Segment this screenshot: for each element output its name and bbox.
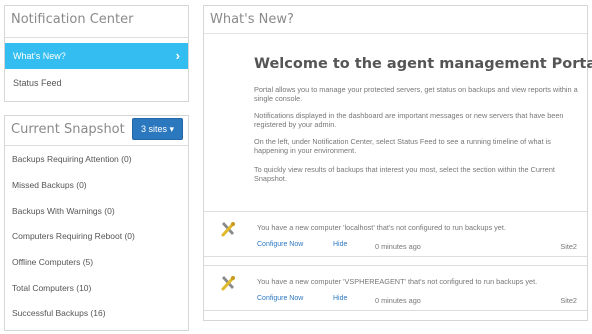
snapshot-item-missed-backups[interactable]: Missed Backups (0) (12, 180, 87, 190)
intro-paragraph: Portal allows you to manage your protect… (254, 85, 578, 103)
whats-new-panel: What's New? Welcome to the agent managem… (203, 5, 592, 321)
current-snapshot-title: Current Snapshot (11, 122, 125, 137)
whats-new-title: What's New? (210, 12, 294, 27)
snapshot-item-backups-requiring-attention[interactable]: Backups Requiring Attention (0) (12, 154, 132, 164)
intro-paragraph: Notifications displayed in the dashboard… (254, 111, 564, 129)
divider (5, 37, 188, 38)
nav-item-whats-new[interactable]: What's New? › (5, 43, 188, 69)
snapshot-item-successful-backups[interactable]: Successful Backups (16) (12, 308, 106, 318)
notification-item: You have a new computer 'VSPHEREAGENT' t… (204, 265, 587, 311)
sites-dropdown-button[interactable]: 3 sites ▾ (132, 118, 183, 140)
snapshot-item-total-computers[interactable]: Total Computers (10) (12, 283, 91, 293)
notification-center-panel: Notification Center What's New? › Status… (4, 5, 189, 102)
snapshot-item-offline-computers[interactable]: Offline Computers (5) (12, 257, 93, 267)
snapshot-item-backups-with-warnings[interactable]: Backups With Warnings (0) (12, 206, 115, 216)
configure-now-link[interactable]: Configure Now (257, 241, 303, 248)
current-snapshot-panel: Current Snapshot 3 sites ▾ Backups Requi… (4, 115, 189, 331)
intro-paragraph: On the left, under Notification Center, … (254, 137, 551, 155)
welcome-heading: Welcome to the agent management Portal! (254, 56, 592, 72)
notification-site: Site2 (560, 242, 577, 251)
notification-item: You have a new computer 'localhost' that… (204, 211, 587, 257)
tools-icon (220, 275, 236, 291)
notification-site: Site2 (560, 296, 577, 305)
hide-link[interactable]: Hide (333, 241, 347, 248)
intro-paragraph: To quickly view results of backups that … (254, 165, 555, 183)
snapshot-item-computers-requiring-reboot[interactable]: Computers Requiring Reboot (0) (12, 231, 135, 241)
hide-link[interactable]: Hide (333, 295, 347, 302)
tools-icon (220, 221, 236, 237)
nav-item-status-feed[interactable]: Status Feed (5, 70, 188, 96)
notification-message: You have a new computer 'localhost' that… (257, 223, 506, 232)
chevron-right-icon: › (175, 48, 180, 63)
nav-item-label: What's New? (13, 51, 66, 61)
divider (5, 145, 188, 146)
notification-center-title: Notification Center (11, 12, 134, 27)
configure-now-link[interactable]: Configure Now (257, 295, 303, 302)
notification-message: You have a new computer 'VSPHEREAGENT' t… (257, 277, 538, 286)
divider (204, 33, 587, 34)
notification-time: 0 minutes ago (375, 296, 421, 305)
notification-time: 0 minutes ago (375, 242, 421, 251)
nav-item-label: Status Feed (13, 78, 62, 88)
